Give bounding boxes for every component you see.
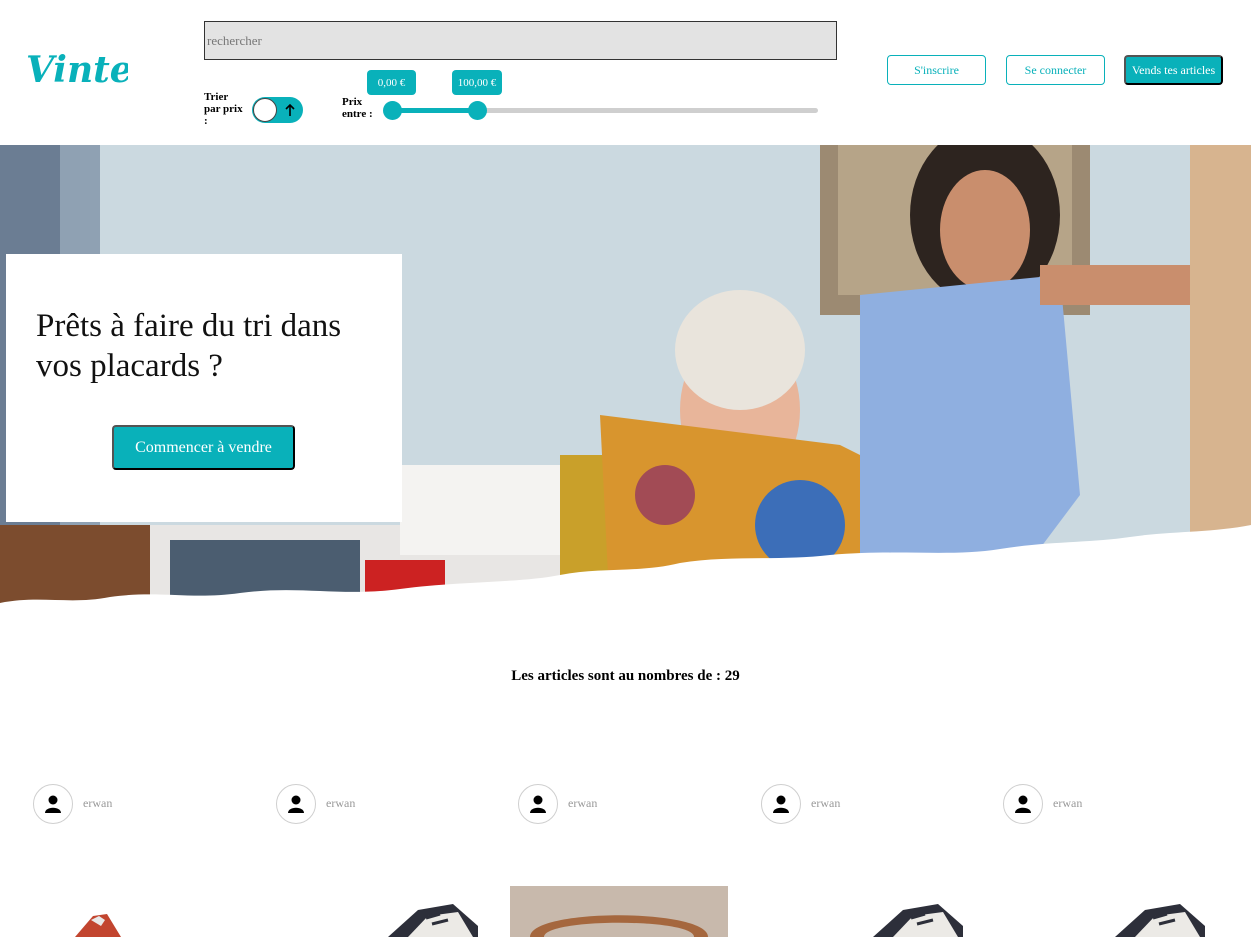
- price-min-bubble: 0,00 €: [367, 70, 416, 95]
- username[interactable]: erwan: [1053, 796, 1082, 811]
- price-max-bubble: 100,00 €: [452, 70, 502, 95]
- signup-button[interactable]: S'inscrire: [887, 55, 986, 85]
- username[interactable]: erwan: [326, 796, 355, 811]
- hero-banner: Prêts à faire du tri dans vos placards ?…: [0, 145, 1251, 615]
- article-card[interactable]: erwan: [510, 784, 758, 937]
- sell-items-button[interactable]: Vends tes articles: [1124, 55, 1223, 85]
- arrow-up-icon: [281, 100, 299, 120]
- username[interactable]: erwan: [83, 796, 112, 811]
- price-max-handle[interactable]: [468, 101, 487, 120]
- sort-label: Trier par prix :: [204, 91, 243, 127]
- article-thumbnail[interactable]: [25, 886, 243, 937]
- search-input[interactable]: [204, 21, 837, 60]
- article-card[interactable]: erwan: [25, 784, 273, 937]
- user-avatar-icon[interactable]: [33, 784, 73, 824]
- username[interactable]: erwan: [568, 796, 597, 811]
- price-range-label: Prix entre :: [342, 96, 373, 120]
- price-range-fill: [392, 108, 478, 113]
- start-selling-button[interactable]: Commencer à vendre: [112, 425, 295, 470]
- article-thumbnail[interactable]: [753, 886, 971, 937]
- hero-card: Prêts à faire du tri dans vos placards ?…: [6, 254, 402, 522]
- vinted-logo[interactable]: Vinted: [24, 44, 128, 94]
- price-min-handle[interactable]: [383, 101, 402, 120]
- article-thumbnail[interactable]: [268, 886, 486, 937]
- user-avatar-icon[interactable]: [518, 784, 558, 824]
- user-avatar-icon[interactable]: [276, 784, 316, 824]
- article-card[interactable]: erwan: [995, 784, 1243, 937]
- sort-toggle[interactable]: [252, 97, 303, 123]
- hero-title: Prêts à faire du tri dans vos placards ?: [36, 308, 342, 384]
- user-avatar-icon[interactable]: [761, 784, 801, 824]
- article-thumbnail[interactable]: [995, 886, 1213, 937]
- article-thumbnail[interactable]: [510, 886, 728, 937]
- username[interactable]: erwan: [811, 796, 840, 811]
- svg-text:Vinted: Vinted: [26, 49, 128, 91]
- article-count: Les articles sont au nombres de : 29: [511, 668, 740, 684]
- user-avatar-icon[interactable]: [1003, 784, 1043, 824]
- logo-mark: Vinted: [26, 49, 128, 91]
- article-card[interactable]: erwan: [268, 784, 516, 937]
- article-card[interactable]: erwan: [753, 784, 1001, 937]
- login-button[interactable]: Se connecter: [1006, 55, 1105, 85]
- toggle-knob: [253, 98, 277, 122]
- header: Vinted Trier par prix : Prix entre : 0,0…: [0, 0, 1251, 145]
